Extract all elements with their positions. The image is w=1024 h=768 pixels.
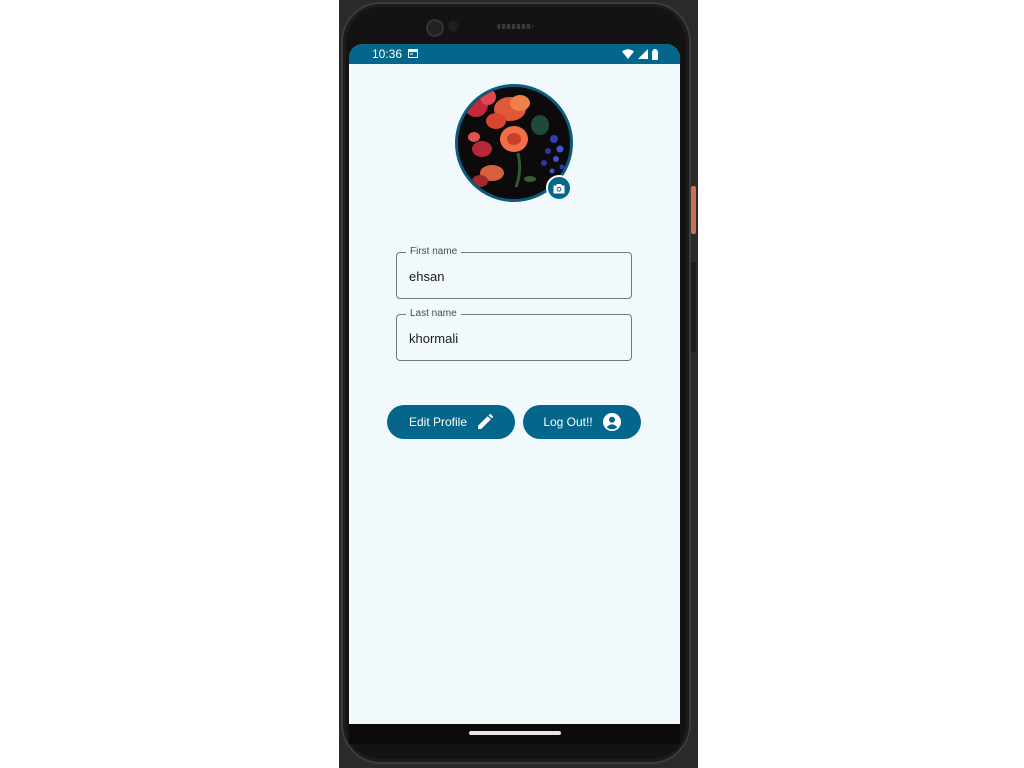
status-time: 10:36 — [372, 47, 403, 61]
earpiece-speaker — [497, 24, 533, 29]
pencil-icon — [478, 414, 494, 429]
volume-button[interactable] — [691, 262, 696, 352]
wifi-icon — [622, 49, 634, 59]
last-name-label: Last name — [406, 308, 461, 320]
first-name-field[interactable]: First name — [396, 246, 632, 299]
log-out-button[interactable]: Log Out!! — [523, 405, 641, 439]
status-bar: 10:36 — [349, 44, 680, 64]
emulator-stage: 10:36 First name ehsan Last name khormal… — [0, 0, 1024, 768]
app-screen: 10:36 First name ehsan Last name khormal… — [349, 44, 680, 724]
first-name-label: First name — [406, 246, 462, 258]
front-camera — [426, 19, 444, 37]
proximity-sensor — [448, 20, 458, 32]
edit-profile-button[interactable]: Edit Profile — [387, 405, 515, 439]
camera-icon — [553, 183, 565, 193]
first-name-input[interactable] — [409, 265, 619, 287]
account-circle-icon — [602, 413, 621, 431]
power-button[interactable] — [691, 186, 696, 234]
last-name-input[interactable] — [409, 327, 619, 349]
battery-icon — [652, 48, 658, 60]
status-icons — [622, 48, 658, 60]
notification-icon — [408, 49, 418, 58]
log-out-label: Log Out!! — [543, 415, 593, 429]
signal-icon — [638, 49, 648, 59]
change-photo-button[interactable] — [546, 175, 572, 201]
last-name-field[interactable]: Last name — [396, 308, 632, 361]
edit-profile-label: Edit Profile — [408, 415, 468, 429]
home-gesture-bar[interactable] — [469, 731, 561, 735]
